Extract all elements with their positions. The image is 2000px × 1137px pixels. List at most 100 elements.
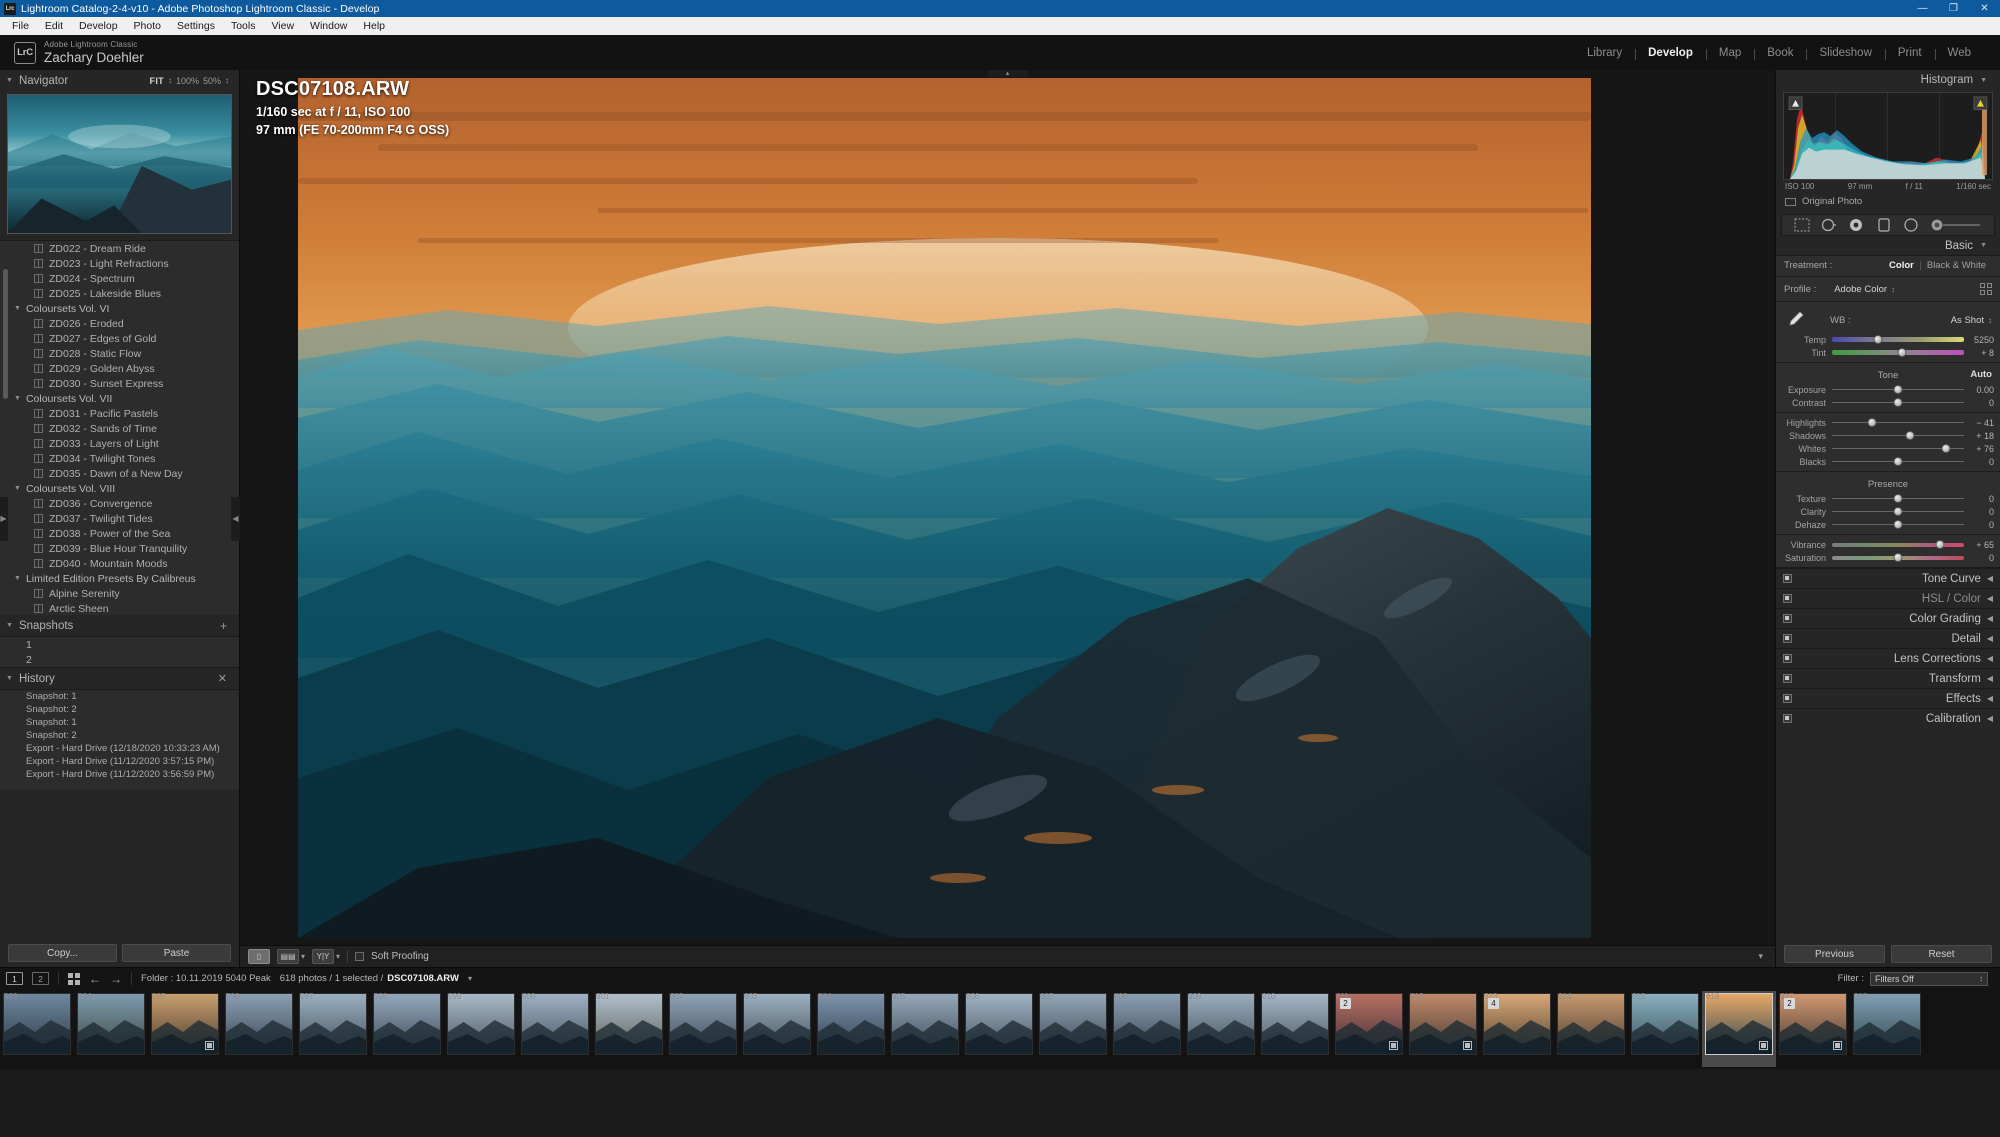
filmstrip-thumbnail[interactable]: 603: [740, 991, 814, 1067]
filmstrip-thumbnail[interactable]: 612: [1406, 991, 1480, 1067]
filmstrip-image[interactable]: [891, 993, 959, 1055]
filmstrip-image[interactable]: [3, 993, 71, 1055]
menu-item-develop[interactable]: Develop: [71, 18, 126, 34]
filmstrip-thumbnail[interactable]: 616: [1702, 991, 1776, 1067]
filmstrip-thumbnail[interactable]: 614: [1554, 991, 1628, 1067]
ya-compare-icon[interactable]: Y|Y: [312, 949, 335, 964]
filmstrip-image[interactable]: [77, 993, 145, 1055]
filmstrip-image[interactable]: [1409, 993, 1477, 1055]
section-toggle-icon[interactable]: [1783, 714, 1792, 723]
section-transform[interactable]: Transform ◀: [1776, 668, 2000, 688]
slider-track[interactable]: [1832, 398, 1964, 407]
filmstrip-thumbnail[interactable]: 600: [518, 991, 592, 1067]
slider-track[interactable]: [1832, 494, 1964, 503]
slider-track[interactable]: [1832, 553, 1964, 562]
histogram-header[interactable]: Histogram ▼: [1776, 70, 2000, 90]
section-toggle-icon[interactable]: [1783, 574, 1792, 583]
section-toggle-icon[interactable]: [1783, 654, 1792, 663]
slider-blacks[interactable]: Blacks 0: [1776, 455, 2000, 468]
treatment-bw-option[interactable]: Black & White: [1921, 260, 1992, 271]
filter-select[interactable]: Filters Off ↕: [1870, 971, 1988, 986]
preset-item[interactable]: ZD029 - Golden Abyss: [0, 361, 239, 376]
section-lens-corrections[interactable]: Lens Corrections ◀: [1776, 648, 2000, 668]
treatment-color-option[interactable]: Color: [1883, 260, 1920, 271]
navigator-preview[interactable]: [7, 94, 232, 234]
filmstrip-thumbnail[interactable]: 615: [1628, 991, 1702, 1067]
slider-vibrance[interactable]: Vibrance + 65: [1776, 538, 2000, 551]
slider-tint[interactable]: Tint + 8: [1776, 346, 2000, 359]
slider-track[interactable]: [1832, 540, 1964, 549]
basic-panel-header[interactable]: Basic ▼: [1776, 236, 2000, 255]
profile-browser-icon[interactable]: [1980, 283, 1992, 295]
slider-texture[interactable]: Texture 0: [1776, 492, 2000, 505]
current-file-label[interactable]: DSC07108.ARW: [387, 973, 459, 984]
previous-button[interactable]: Previous: [1784, 945, 1885, 963]
filmstrip[interactable]: 593 594 595 596 597 598 599 600 601 602 603 604 605 6…: [0, 989, 2000, 1069]
reset-button[interactable]: Reset: [1891, 945, 1992, 963]
section-toggle-icon[interactable]: [1783, 674, 1792, 683]
presets-list[interactable]: ZD022 - Dream Ride ZD023 - Light Refracti…: [0, 240, 239, 615]
identity-plate[interactable]: LrC Adobe Lightroom Classic Zachary Doeh…: [14, 40, 144, 65]
filmstrip-image[interactable]: [521, 993, 589, 1055]
profile-dropdown-icon[interactable]: ↕: [1891, 285, 1895, 294]
preset-group-4[interactable]: ▼ Limited Edition Presets By Calibreus: [0, 571, 239, 586]
slider-highlights[interactable]: Highlights − 41: [1776, 416, 2000, 429]
ya-dropdown-icon[interactable]: ▾: [336, 952, 340, 961]
filmstrip-thumbnail[interactable]: 606: [962, 991, 1036, 1067]
filmstrip-thumbnail[interactable]: 594: [74, 991, 148, 1067]
screen-1-button[interactable]: 1: [6, 972, 23, 985]
add-snapshot-button[interactable]: +: [220, 619, 233, 633]
filmstrip-image[interactable]: 4: [1483, 993, 1551, 1055]
slider-track[interactable]: [1832, 431, 1964, 440]
preset-item[interactable]: ZD024 - Spectrum: [0, 271, 239, 286]
collapse-left-panel-handle[interactable]: ◀: [231, 496, 240, 541]
slider-handle[interactable]: [1935, 540, 1945, 549]
filmstrip-thumbnail[interactable]: 611 2: [1332, 991, 1406, 1067]
slider-temp[interactable]: Temp 5250: [1776, 333, 2000, 346]
menu-item-file[interactable]: File: [4, 18, 37, 34]
menu-item-help[interactable]: Help: [355, 18, 393, 34]
history-item[interactable]: Export - Hard Drive (12/18/2020 10:33:23…: [0, 742, 239, 755]
slider-handle[interactable]: [1893, 457, 1903, 466]
red-eye-icon[interactable]: [1848, 218, 1864, 232]
slider-track[interactable]: [1832, 520, 1964, 529]
close-button[interactable]: ✕: [1969, 0, 2000, 17]
section-detail[interactable]: Detail ◀: [1776, 628, 2000, 648]
module-slideshow[interactable]: Slideshow: [1806, 47, 1884, 60]
slider-handle[interactable]: [1867, 418, 1877, 427]
slider-dehaze[interactable]: Dehaze 0: [1776, 518, 2000, 531]
history-list[interactable]: Snapshot: 1 Snapshot: 2 Snapshot: 1 Snapsho…: [0, 689, 239, 789]
filmstrip-thumbnail[interactable]: 610: [1258, 991, 1332, 1067]
history-item[interactable]: Snapshot: 2: [0, 729, 239, 742]
next-photo-icon[interactable]: →: [110, 972, 122, 986]
module-book[interactable]: Book: [1754, 47, 1806, 60]
section-toggle-icon[interactable]: [1783, 634, 1792, 643]
soft-proofing-checkbox[interactable]: [355, 952, 365, 961]
original-photo-toggle[interactable]: Original Photo: [1776, 191, 2000, 212]
filmstrip-thumbnail[interactable]: 617 2: [1776, 991, 1850, 1067]
fit-spinner-icon[interactable]: ↕: [168, 76, 172, 85]
menu-item-window[interactable]: Window: [302, 18, 355, 34]
filmstrip-image[interactable]: [1631, 993, 1699, 1055]
filmstrip-thumbnail[interactable]: 618: [1850, 991, 1924, 1067]
history-item[interactable]: Snapshot: 1: [0, 716, 239, 729]
menu-item-settings[interactable]: Settings: [169, 18, 223, 34]
preset-item[interactable]: Alpine Serenity: [0, 586, 239, 601]
section-effects[interactable]: Effects ◀: [1776, 688, 2000, 708]
slider-saturation[interactable]: Saturation 0: [1776, 551, 2000, 564]
clear-history-button[interactable]: ✕: [218, 672, 233, 685]
filmstrip-image[interactable]: [817, 993, 885, 1055]
snapshots-header[interactable]: ▼ Snapshots +: [0, 615, 239, 636]
slider-track[interactable]: [1832, 507, 1964, 516]
crop-overlay-icon[interactable]: [1794, 218, 1810, 232]
section-toggle-icon[interactable]: [1783, 614, 1792, 623]
preset-item[interactable]: ZD030 - Sunset Express: [0, 376, 239, 391]
slider-exposure[interactable]: Exposure 0.00: [1776, 383, 2000, 396]
preset-item[interactable]: ZD033 - Layers of Light: [0, 436, 239, 451]
slider-clarity[interactable]: Clarity 0: [1776, 505, 2000, 518]
module-web[interactable]: Web: [1934, 47, 1984, 60]
slider-track[interactable]: [1832, 385, 1964, 394]
slider-handle[interactable]: [1941, 444, 1951, 453]
navigator-header[interactable]: ▼ Navigator FIT ↕ 100% 50% ↕: [0, 70, 239, 91]
zoom-spinner-icon[interactable]: ↕: [225, 76, 229, 85]
